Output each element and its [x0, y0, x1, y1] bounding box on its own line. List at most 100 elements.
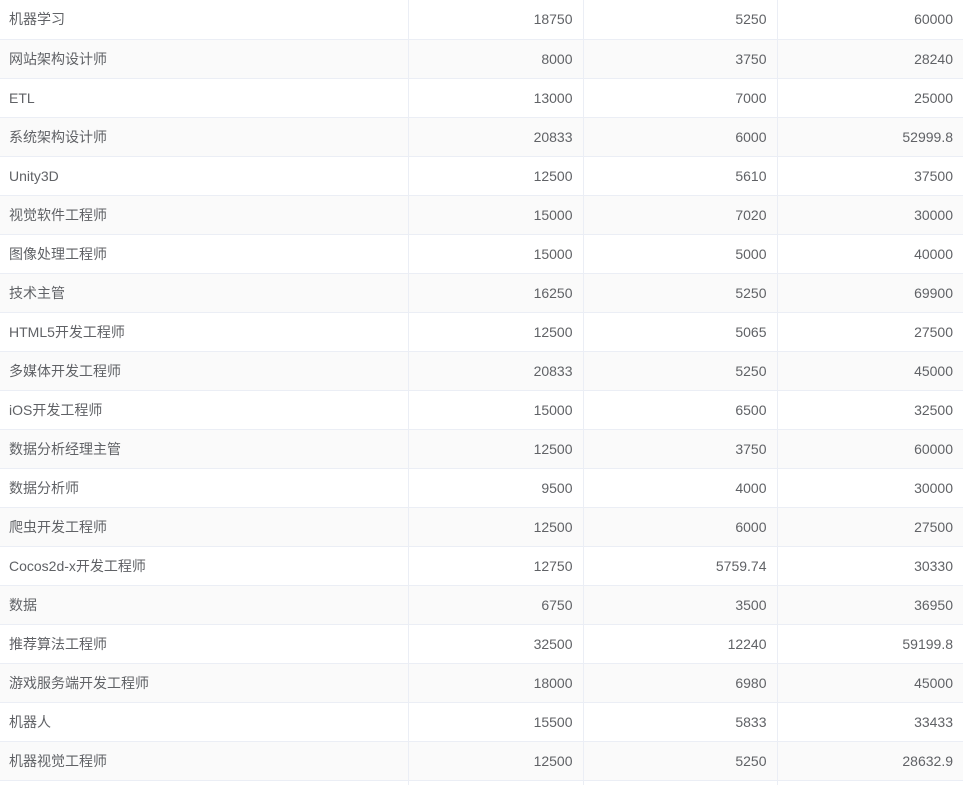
cell-position: 视觉软件工程师: [0, 195, 409, 235]
table-row[interactable]: Cocos2d-x开发工程师 12750 5759.74 30330: [0, 546, 963, 586]
cell-value1: 8000: [408, 39, 584, 79]
table-row[interactable]: 机器视觉工程师 12500 5250 28632.9: [0, 741, 963, 781]
cell-value3: 40000: [777, 234, 963, 274]
cell-value2: 4000: [583, 468, 778, 508]
cell-value3: 30000: [777, 195, 963, 235]
cell-value1: 15500: [408, 702, 584, 742]
cell-value2: 12240: [583, 624, 778, 664]
table-row[interactable]: 数据分析经理主管 12500 3750 60000: [0, 429, 963, 469]
cell-value2: 6000: [583, 117, 778, 157]
cell-value2: 5610: [583, 156, 778, 196]
cell-position: 机器视觉工程师: [0, 741, 409, 781]
cell-value1: 15000: [408, 234, 584, 274]
cell-value3: 27500: [777, 507, 963, 547]
cell-value3: 59199.8: [777, 624, 963, 664]
cell-value2: 3500: [583, 585, 778, 625]
cell-value2: 5250: [583, 741, 778, 781]
cell-value3: 28632.9: [777, 741, 963, 781]
table-row[interactable]: 数据 6750 3500 36950: [0, 585, 963, 625]
cell-position: 机器人: [0, 702, 409, 742]
table-row[interactable]: 图像处理工程师 15000 5000 40000: [0, 234, 963, 274]
cell-value3: 30000: [777, 468, 963, 508]
cell-value1: 12500: [408, 156, 584, 196]
cell-position: Cocos2d-x开发工程师: [0, 546, 409, 586]
cell-position: 数据分析师: [0, 468, 409, 508]
table-row[interactable]: iOS开发工程师 15000 6500 32500: [0, 390, 963, 430]
cell-value1: 12500: [408, 312, 584, 352]
table-row[interactable]: ETL 13000 7000 25000: [0, 78, 963, 118]
table-row[interactable]: 机器人 15500 5833 33433: [0, 702, 963, 742]
cell-value3: 25000: [777, 78, 963, 118]
table-row[interactable]: 视觉软件工程师 15000 7020 30000: [0, 195, 963, 235]
table-row[interactable]: 机器学习 18750 5250 60000: [0, 0, 963, 40]
table-body: 机器学习 18750 5250 60000 网站架构设计师 8000 3750 28240 ET…: [0, 0, 963, 785]
cell-value2: 5833: [583, 702, 778, 742]
cell-value1: 6750: [408, 585, 584, 625]
cell-value3: 28240: [777, 39, 963, 79]
table-row[interactable]: [0, 780, 963, 785]
cell-value3: 30330: [777, 546, 963, 586]
cell-value1: 32500: [408, 624, 584, 664]
cell-value3: 36950: [777, 585, 963, 625]
table-row[interactable]: 爬虫开发工程师 12500 6000 27500: [0, 507, 963, 547]
cell-value1: [408, 780, 584, 785]
table-row[interactable]: Unity3D 12500 5610 37500: [0, 156, 963, 196]
cell-position: 网站架构设计师: [0, 39, 409, 79]
cell-position: HTML5开发工程师: [0, 312, 409, 352]
cell-value2: 7000: [583, 78, 778, 118]
cell-position: ETL: [0, 78, 409, 118]
cell-value3: 27500: [777, 312, 963, 352]
cell-position: 技术主管: [0, 273, 409, 313]
cell-value3: 60000: [777, 0, 963, 40]
cell-position: iOS开发工程师: [0, 390, 409, 430]
cell-value1: 12500: [408, 741, 584, 781]
cell-value1: 9500: [408, 468, 584, 508]
cell-value2: 6500: [583, 390, 778, 430]
cell-value1: 20833: [408, 351, 584, 391]
cell-position: 数据分析经理主管: [0, 429, 409, 469]
cell-position: 推荐算法工程师: [0, 624, 409, 664]
cell-value3: 45000: [777, 663, 963, 703]
cell-value3: 37500: [777, 156, 963, 196]
cell-value2: 5065: [583, 312, 778, 352]
salary-statistics-table: 机器学习 18750 5250 60000 网站架构设计师 8000 3750 28240 ET…: [0, 0, 963, 785]
table-row[interactable]: 推荐算法工程师 32500 12240 59199.8: [0, 624, 963, 664]
cell-position: 图像处理工程师: [0, 234, 409, 274]
cell-value3: 69900: [777, 273, 963, 313]
cell-value2: 3750: [583, 429, 778, 469]
cell-value1: 12500: [408, 507, 584, 547]
table-row[interactable]: 多媒体开发工程师 20833 5250 45000: [0, 351, 963, 391]
cell-value2: 5250: [583, 351, 778, 391]
table-row[interactable]: HTML5开发工程师 12500 5065 27500: [0, 312, 963, 352]
cell-position: [0, 780, 409, 785]
cell-value2: 5250: [583, 273, 778, 313]
cell-value1: 20833: [408, 117, 584, 157]
cell-value3: 45000: [777, 351, 963, 391]
cell-position: 数据: [0, 585, 409, 625]
cell-value1: 18750: [408, 0, 584, 40]
cell-value3: 33433: [777, 702, 963, 742]
table-row[interactable]: 游戏服务端开发工程师 18000 6980 45000: [0, 663, 963, 703]
cell-value1: 15000: [408, 195, 584, 235]
cell-value1: 18000: [408, 663, 584, 703]
table-row[interactable]: 系统架构设计师 20833 6000 52999.8: [0, 117, 963, 157]
cell-value1: 13000: [408, 78, 584, 118]
cell-value3: 32500: [777, 390, 963, 430]
cell-value2: 5250: [583, 0, 778, 40]
cell-value1: 12500: [408, 429, 584, 469]
cell-value2: 6980: [583, 663, 778, 703]
table-scroll-viewport[interactable]: 机器学习 18750 5250 60000 网站架构设计师 8000 3750 28240 ET…: [0, 0, 963, 785]
cell-value3: 52999.8: [777, 117, 963, 157]
cell-position: 多媒体开发工程师: [0, 351, 409, 391]
table-row[interactable]: 网站架构设计师 8000 3750 28240: [0, 39, 963, 79]
cell-value2: 6000: [583, 507, 778, 547]
table-row[interactable]: 数据分析师 9500 4000 30000: [0, 468, 963, 508]
cell-position: 系统架构设计师: [0, 117, 409, 157]
cell-value3: [777, 780, 963, 785]
cell-position: 爬虫开发工程师: [0, 507, 409, 547]
table-row[interactable]: 技术主管 16250 5250 69900: [0, 273, 963, 313]
cell-position: Unity3D: [0, 156, 409, 196]
cell-value2: [583, 780, 778, 785]
cell-value2: 3750: [583, 39, 778, 79]
cell-value2: 5759.74: [583, 546, 778, 586]
